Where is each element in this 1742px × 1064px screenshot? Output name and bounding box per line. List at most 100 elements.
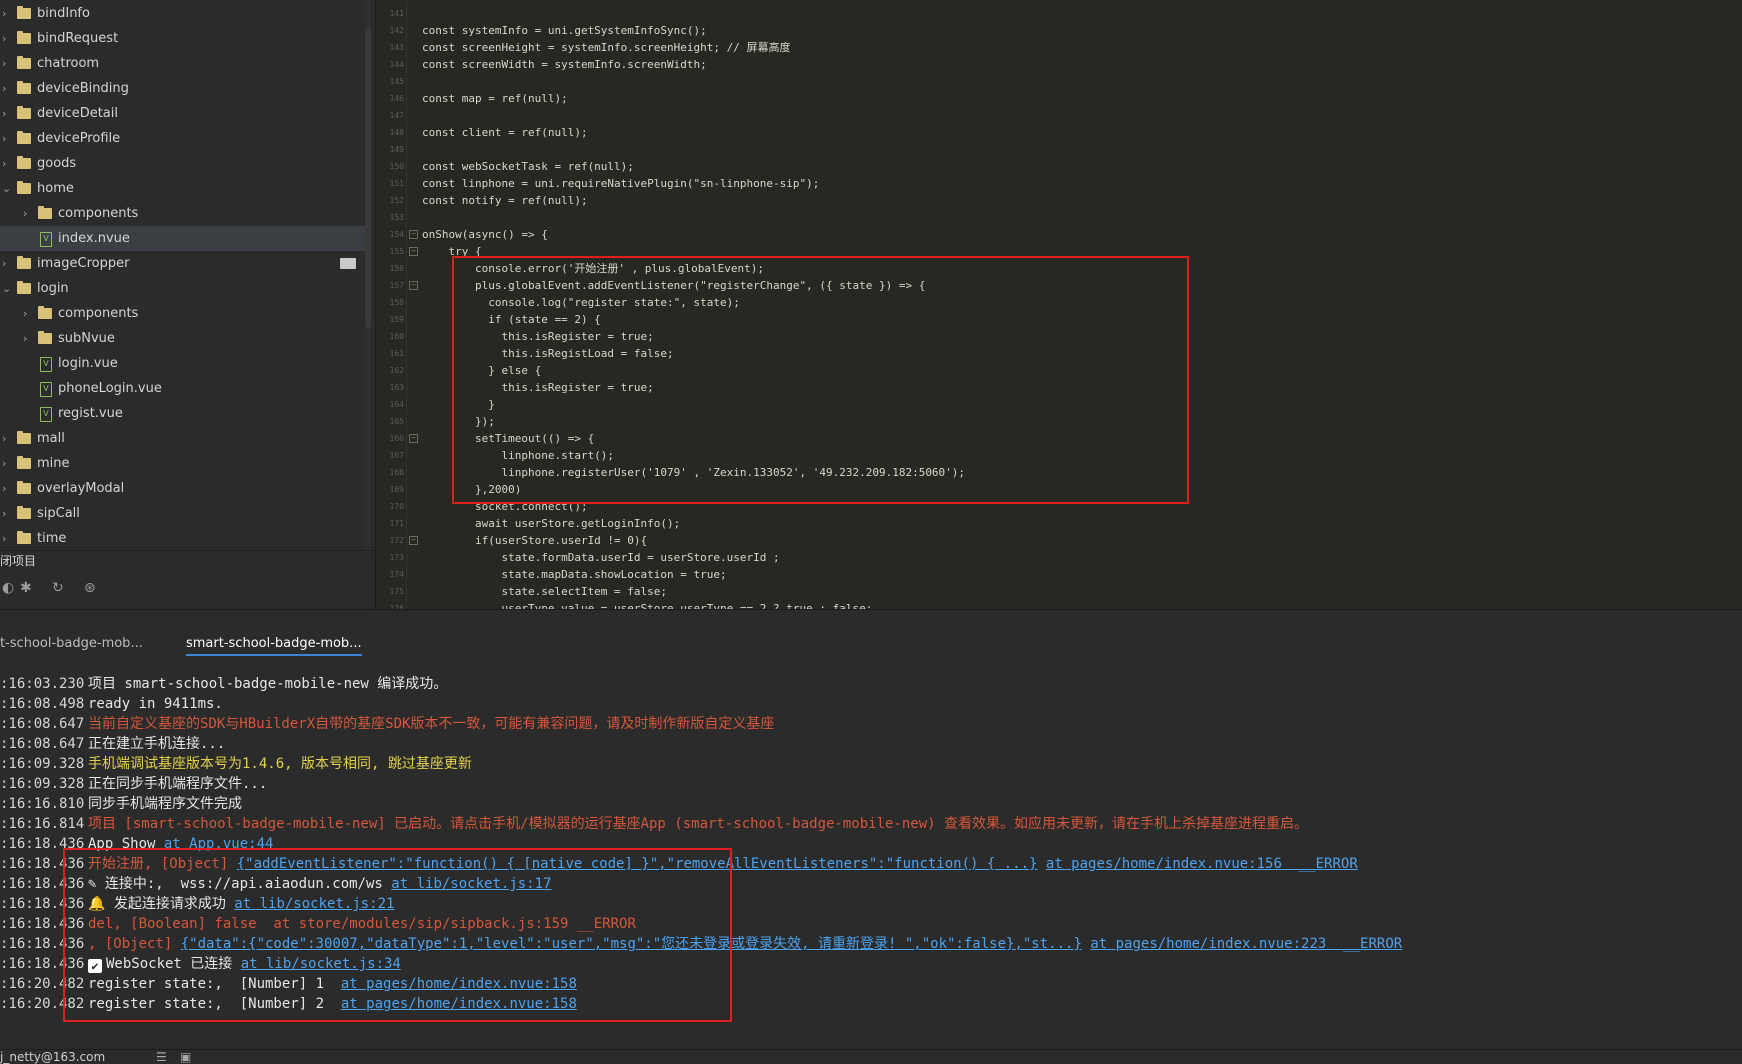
sidebar-scrollbar[interactable]	[365, 0, 371, 555]
sidebar-item-label: overlayModal	[37, 481, 125, 496]
terminal-icon[interactable]: ▣	[180, 1050, 191, 1064]
chevron-down-icon[interactable]: ⌄	[2, 176, 12, 201]
code-line[interactable]: 145	[376, 73, 1742, 90]
code-line[interactable]: 149	[376, 141, 1742, 158]
chevron-right-icon[interactable]: ›	[2, 51, 12, 76]
sidebar-item-devicedetail[interactable]: › deviceDetail	[0, 101, 368, 126]
folder-icon	[17, 431, 31, 444]
chevron-right-icon[interactable]: ›	[2, 151, 12, 176]
sidebar-item-label: mall	[37, 431, 65, 446]
code-line[interactable]: 146 const map = ref(null);	[376, 90, 1742, 107]
sidebar-item-imagecropper[interactable]: › imageCropper	[0, 251, 368, 276]
code-editor[interactable]: 141 142 const systemInfo = uni.getSystemIn…	[376, 0, 1742, 609]
fold-toggle-icon[interactable]: −	[409, 230, 418, 239]
code-line[interactable]: 141	[376, 5, 1742, 22]
sidebar-item-overlaymodal[interactable]: › overlayModal	[0, 476, 368, 501]
console-timestamp: :16:08.498	[0, 696, 85, 712]
sidebar-item-phonelogin-vue[interactable]: VphoneLogin.vue	[0, 376, 368, 401]
code-line[interactable]: 176 userType.value = userStore.userType …	[376, 600, 1742, 609]
line-number: 154	[389, 230, 404, 239]
sidebar-item-mine[interactable]: › mine	[0, 451, 368, 476]
sidebar-item-sipcall[interactable]: › sipCall	[0, 501, 368, 526]
source-link[interactable]: at pages/home/index.nvue:156	[1046, 856, 1282, 872]
sidebar-item-bindrequest[interactable]: › bindRequest	[0, 26, 368, 51]
user-account[interactable]: j_netty@163.com	[0, 1050, 105, 1064]
sidebar-item-subnvue[interactable]: › subNvue	[0, 326, 368, 351]
code-line[interactable]: 144 const screenWidth = systemInfo.screen…	[376, 56, 1742, 73]
sidebar-item-time[interactable]: › time	[0, 526, 368, 551]
line-number: 161	[389, 349, 404, 358]
console-text: 同步手机端程序文件完成	[88, 796, 242, 812]
code-line[interactable]: 175 state.selectItem = false;	[376, 583, 1742, 600]
sidebar-item-login[interactable]: ⌄ login	[0, 276, 368, 301]
console-timestamp: :16:09.328	[0, 756, 85, 772]
sidebar-item-home[interactable]: ⌄ home	[0, 176, 368, 201]
code-line[interactable]: 174 state.mapData.showLocation = true;	[376, 566, 1742, 583]
sidebar-item-devicebinding[interactable]: › deviceBinding	[0, 76, 368, 101]
debug-icon[interactable]: ✱	[20, 580, 32, 596]
chevron-right-icon[interactable]: ›	[2, 76, 12, 101]
chevron-right-icon[interactable]: ›	[2, 101, 12, 126]
sidebar-item-components[interactable]: › components	[0, 301, 368, 326]
chevron-right-icon[interactable]: ›	[2, 26, 12, 51]
sidebar-item-label: regist.vue	[58, 406, 123, 421]
line-number: 143	[389, 43, 404, 52]
tab-console-2[interactable]: smart-school-badge-mob...	[186, 634, 362, 656]
source-link[interactable]: at pages/home/index.nvue:223	[1090, 936, 1326, 952]
code-line[interactable]: 172− if(userStore.userId != 0){	[376, 532, 1742, 549]
code-line[interactable]: 142 const systemInfo = uni.getSystemInfoS…	[376, 22, 1742, 39]
folder-icon	[17, 481, 31, 494]
chevron-right-icon[interactable]: ›	[23, 201, 33, 226]
sidebar-item-regist-vue[interactable]: Vregist.vue	[0, 401, 368, 426]
list-icon[interactable]: ☰	[156, 1050, 167, 1064]
line-number: 152	[389, 196, 404, 205]
chevron-right-icon[interactable]: ›	[2, 451, 12, 476]
code-line[interactable]: 147	[376, 107, 1742, 124]
sidebar-item-label: chatroom	[37, 56, 100, 71]
chevron-right-icon[interactable]: ›	[2, 476, 12, 501]
chevron-right-icon[interactable]: ›	[2, 501, 12, 526]
sidebar-item-chatroom[interactable]: › chatroom	[0, 51, 368, 76]
code-text: state.formData.userId = userStore.userId…	[422, 551, 780, 564]
code-line[interactable]: 151 const linphone = uni.requireNativePlu…	[376, 175, 1742, 192]
sidebar-item-goods[interactable]: › goods	[0, 151, 368, 176]
code-line[interactable]: 148 const client = ref(null);	[376, 124, 1742, 141]
code-line[interactable]: 153	[376, 209, 1742, 226]
run-icon[interactable]: ◐	[2, 580, 14, 596]
sidebar-item-components[interactable]: › components	[0, 201, 368, 226]
console-timestamp: :16:03.230	[0, 676, 85, 692]
code-line[interactable]: 173 state.formData.userId = userStore.us…	[376, 549, 1742, 566]
code-text: onShow(async() => {	[422, 228, 548, 241]
fold-toggle-icon[interactable]: −	[409, 536, 418, 545]
refresh-icon[interactable]: ↻	[52, 580, 64, 596]
code-line[interactable]: 150 const webSocketTask = ref(null);	[376, 158, 1742, 175]
sidebar-item-deviceprofile[interactable]: › deviceProfile	[0, 126, 368, 151]
code-line[interactable]: 171 await userStore.getLoginInfo();	[376, 515, 1742, 532]
source-link[interactable]: __ERROR	[1326, 936, 1402, 952]
chevron-right-icon[interactable]: ›	[23, 326, 33, 351]
open-folder-icon[interactable]	[340, 258, 356, 269]
fold-toggle-icon[interactable]: −	[409, 281, 418, 290]
tab-console-1[interactable]: t-school-badge-mob...	[0, 634, 143, 654]
sidebar-item-login-vue[interactable]: Vlogin.vue	[0, 351, 368, 376]
chevron-down-icon[interactable]: ⌄	[2, 276, 12, 301]
sidebar-item-mall[interactable]: › mall	[0, 426, 368, 451]
sidebar-item-bindinfo[interactable]: › bindInfo	[0, 1, 368, 26]
code-line[interactable]: 154− onShow(async() => {	[376, 226, 1742, 243]
vue-file-icon: V	[40, 382, 52, 397]
globe-icon[interactable]: ⊛	[84, 580, 96, 596]
chevron-right-icon[interactable]: ›	[2, 1, 12, 26]
chevron-right-icon[interactable]: ›	[2, 126, 12, 151]
fold-toggle-icon[interactable]: −	[409, 434, 418, 443]
chevron-right-icon[interactable]: ›	[23, 301, 33, 326]
chevron-right-icon[interactable]: ›	[2, 251, 12, 276]
code-line[interactable]: 152 const notify = ref(null);	[376, 192, 1742, 209]
source-link[interactable]: __ERROR	[1282, 856, 1358, 872]
chevron-right-icon[interactable]: ›	[2, 526, 12, 551]
sidebar-item-index-nvue[interactable]: Vindex.nvue	[0, 226, 368, 251]
code-line[interactable]: 143 const screenHeight = systemInfo.scree…	[376, 39, 1742, 56]
chevron-right-icon[interactable]: ›	[2, 426, 12, 451]
line-number: 142	[389, 26, 404, 35]
scrollbar-thumb[interactable]	[365, 28, 371, 328]
fold-toggle-icon[interactable]: −	[409, 247, 418, 256]
